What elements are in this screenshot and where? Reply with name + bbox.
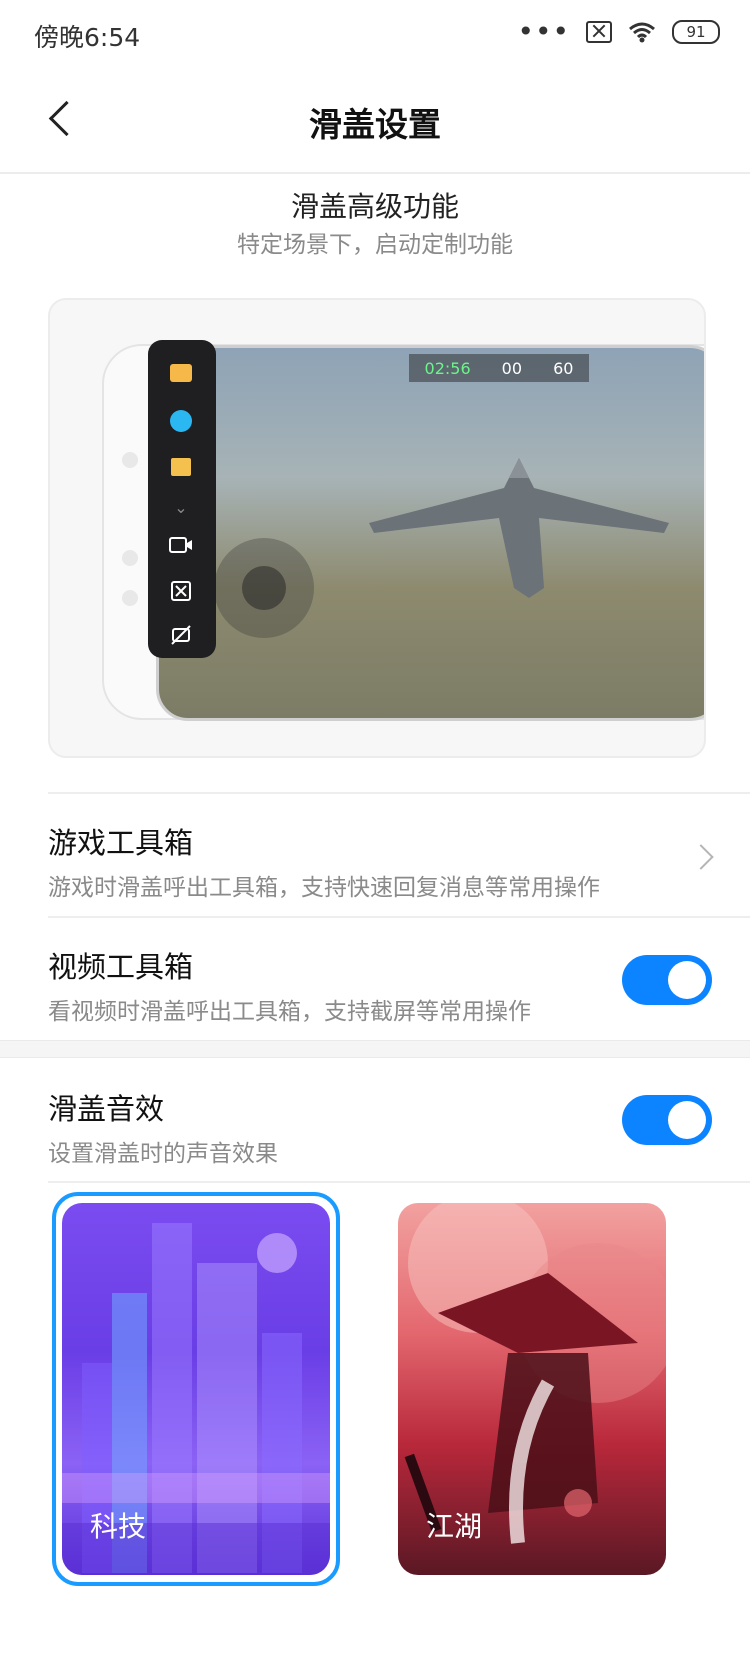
rotate-lock-icon <box>164 620 198 650</box>
game-screen: 02:56 00 60 <box>156 345 704 721</box>
slide-sound-toggle[interactable] <box>622 1095 712 1145</box>
setting-subtitle: 游戏时滑盖呼出工具箱，支持快速回复消息等常用操作 <box>48 875 600 901</box>
browser-icon <box>164 406 198 436</box>
theme-label: 江湖 <box>426 1510 483 1543</box>
status-bar: 傍晚6:54 ••• 91 <box>0 0 750 70</box>
setting-title: 视频工具箱 <box>48 950 194 984</box>
hud-count: 60 <box>553 358 574 378</box>
phone-button-dot <box>122 550 138 566</box>
header: 滑盖设置 <box>0 70 750 174</box>
message-icon <box>164 360 198 390</box>
setting-title: 滑盖音效 <box>48 1092 165 1126</box>
setting-game-toolbox[interactable]: 游戏工具箱 游戏时滑盖呼出工具箱，支持快速回复消息等常用操作 <box>48 820 702 902</box>
sound-theme-card-tech[interactable]: 科技 <box>62 1203 330 1575</box>
status-icons: ••• 91 <box>517 15 720 48</box>
setting-title: 游戏工具箱 <box>48 826 194 860</box>
feature-preview-image: 02:56 00 60 ⌄ <box>48 298 706 758</box>
screenshot-icon <box>164 576 198 606</box>
theme-label: 科技 <box>90 1510 147 1543</box>
airplane-illustration <box>369 458 669 598</box>
divider <box>48 916 750 918</box>
game-toolbox-panel: ⌄ <box>148 340 216 658</box>
battery-icon: 91 <box>672 20 720 44</box>
divider <box>48 1181 750 1183</box>
more-dots-icon: ••• <box>517 15 570 48</box>
phone-button-dot <box>122 590 138 606</box>
intro-subtitle: 特定场景下，启动定制功能 <box>237 232 513 258</box>
status-time: 傍晚6:54 <box>34 23 141 52</box>
chevron-down-icon: ⌄ <box>174 497 188 517</box>
video-record-icon <box>164 530 198 560</box>
no-sim-icon <box>586 21 612 43</box>
setting-slide-sound: 滑盖音效 设置滑盖时的声音效果 <box>48 1086 702 1168</box>
setting-video-toolbox: 视频工具箱 看视频时滑盖呼出工具箱，支持截屏等常用操作 <box>48 944 702 1026</box>
game-hud: 02:56 00 60 <box>409 354 589 382</box>
phone-button-dot <box>122 452 138 468</box>
sound-theme-card-jianghu[interactable]: 江湖 <box>398 1203 666 1575</box>
notes-icon <box>164 452 198 482</box>
setting-subtitle: 设置滑盖时的声音效果 <box>48 1141 278 1167</box>
hud-mid: 00 <box>501 358 523 378</box>
page-title: 滑盖设置 <box>309 105 441 144</box>
video-toolbox-toggle[interactable] <box>622 955 712 1005</box>
setting-subtitle: 看视频时滑盖呼出工具箱，支持截屏等常用操作 <box>48 999 531 1025</box>
divider <box>48 792 750 794</box>
joystick-illustration <box>214 538 314 638</box>
wifi-icon <box>629 22 655 43</box>
hud-time: 02:56 <box>424 358 471 378</box>
intro-title: 滑盖高级功能 <box>290 190 459 223</box>
section-divider <box>0 1040 750 1058</box>
